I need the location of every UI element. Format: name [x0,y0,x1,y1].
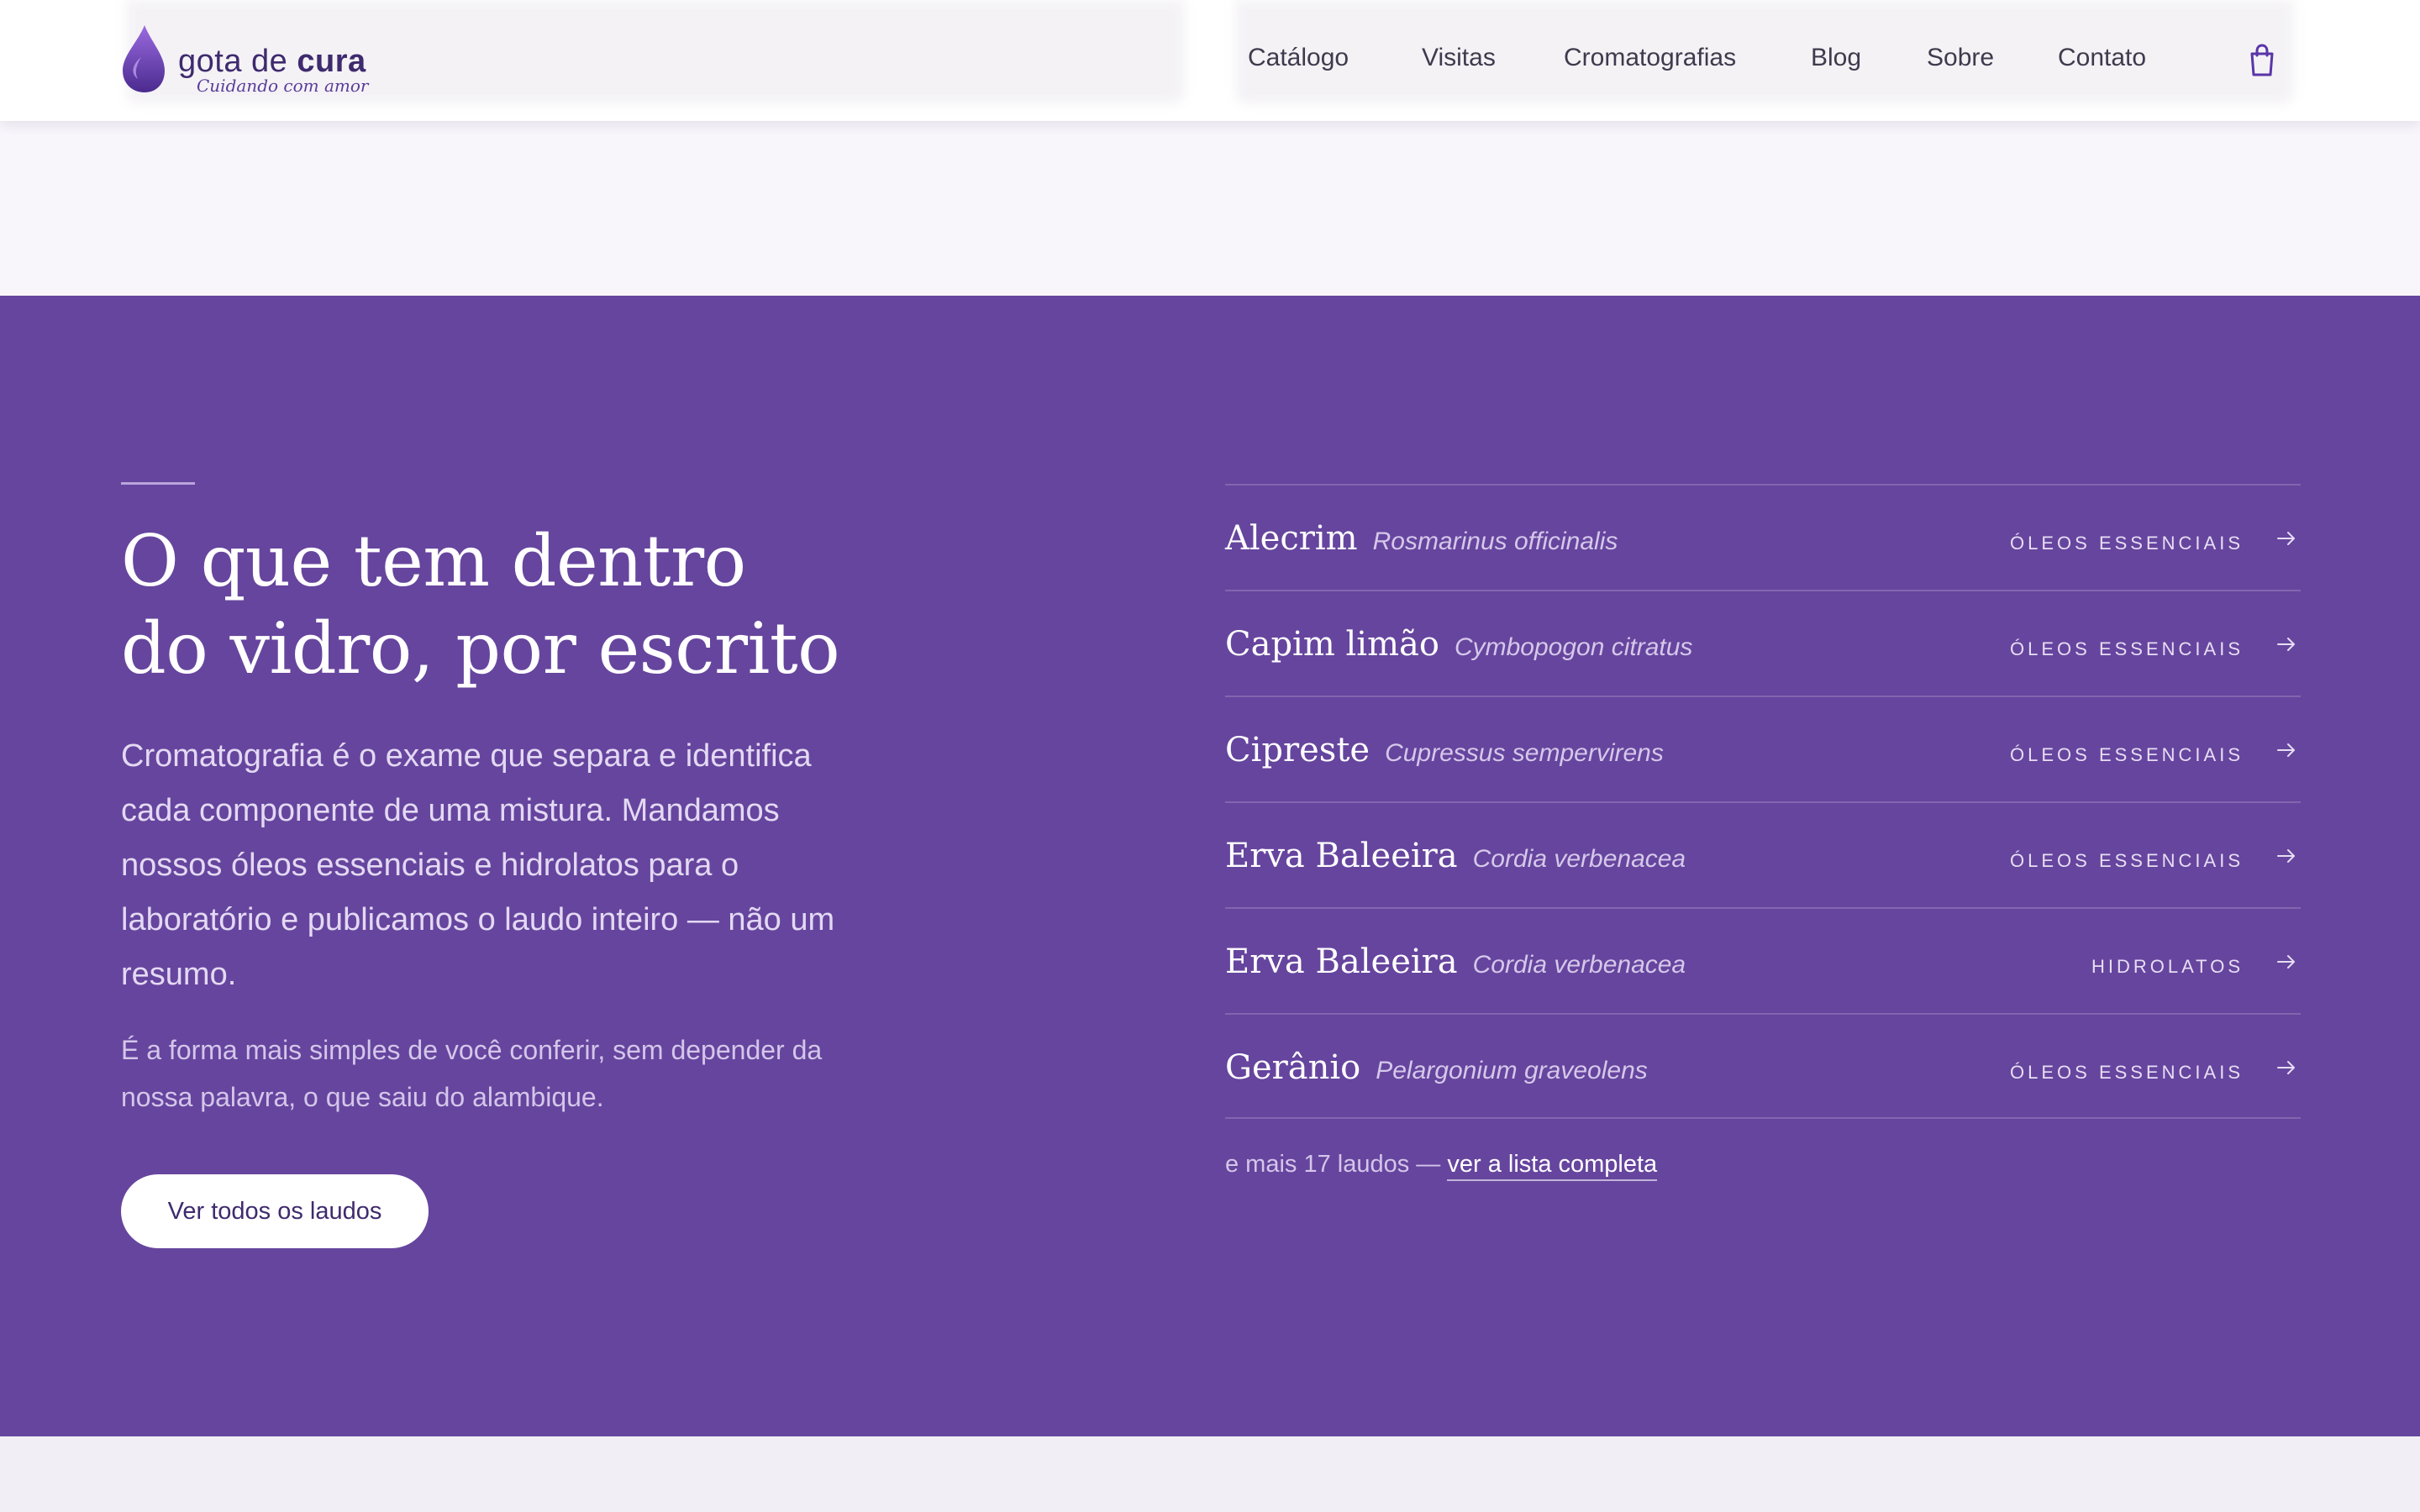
report-row[interactable]: Erva Baleeira Cordia verbenacea HIDROLATO… [1225,907,2301,1013]
nav-item-catalogo[interactable]: Catálogo [1248,44,1349,72]
main-nav: Catálogo Visitas Cromatografias Blog Sob… [0,44,2420,77]
more-reports-prefix: e mais 17 laudos — [1225,1151,1448,1178]
nav-item-sobre[interactable]: Sobre [1927,44,1994,72]
nav-item-blog[interactable]: Blog [1811,44,1861,72]
report-row[interactable]: Cipreste Cupressus sempervirens ÓLEOS ESS… [1225,696,2301,801]
report-scientific-name: Cupressus sempervirens [1385,739,1664,767]
view-all-reports-button[interactable]: Ver todos os laudos [121,1174,429,1248]
report-category: ÓLEOS ESSENCIAIS [2010,533,2244,554]
report-title: Erva Baleeira Cordia verbenacea [1225,837,1686,875]
report-title: Erva Baleeira Cordia verbenacea [1225,942,1686,981]
report-row[interactable]: Gerânio Pelargonium graveolens ÓLEOS ESSE… [1225,1013,2301,1119]
report-title: Gerânio Pelargonium graveolens [1225,1048,1648,1087]
nav-item-cromatografias[interactable]: Cromatografias [1564,44,1736,72]
report-scientific-name: Pelargonium graveolens [1376,1057,1648,1084]
shopping-bag-icon[interactable] [2247,44,2277,77]
nav-item-visitas[interactable]: Visitas [1422,44,1496,72]
report-scientific-name: Cymbopogon citratus [1454,633,1693,661]
report-category: HIDROLATOS [2091,956,2244,977]
report-name: Erva Baleeira [1225,942,1458,981]
report-name: Cipreste [1225,731,1370,769]
report-row[interactable]: Capim limão Cymbopogon citratus ÓLEOS ESS… [1225,590,2301,696]
report-scientific-name: Cordia verbenacea [1472,951,1686,979]
report-category: ÓLEOS ESSENCIAIS [2010,744,2244,765]
report-name: Erva Baleeira [1225,837,1458,875]
nav-item-contato[interactable]: Contato [2058,44,2146,72]
next-section-band [0,1436,2420,1512]
arrow-right-icon [2277,532,2295,545]
report-name: Alecrim [1225,519,1358,558]
report-category: ÓLEOS ESSENCIAIS [2010,850,2244,871]
logo-tagline: Cuidando com amor [197,76,369,96]
full-list-link[interactable]: ver a lista completa [1447,1151,1658,1181]
section-accent-line [121,482,195,485]
report-category: ÓLEOS ESSENCIAIS [2010,638,2244,659]
section-headline: O que tem dentro do vidro, por escrito [121,517,961,692]
arrow-right-icon [2277,955,2295,969]
report-scientific-name: Rosmarinus officinalis [1372,528,1618,555]
more-reports-line: e mais 17 laudos — ver a lista completa [1225,1151,1658,1181]
site-header: gota de cura Cuidando com amor Catálogo … [0,0,2420,121]
arrow-right-icon [2277,638,2295,651]
report-category: ÓLEOS ESSENCIAIS [2010,1062,2244,1083]
report-title: Cipreste Cupressus sempervirens [1225,731,1664,769]
arrow-right-icon [2277,743,2295,757]
report-title: Capim limão Cymbopogon citratus [1225,625,1692,664]
report-name: Gerânio [1225,1048,1361,1087]
section-sub-paragraph: É a forma mais simples de você conferir,… [121,1035,823,1112]
headline-line-2: do vidro, por escrito [121,607,840,690]
arrow-right-icon [2277,1061,2295,1074]
report-name: Capim limão [1225,625,1439,664]
report-row[interactable]: Erva Baleeira Cordia verbenacea ÓLEOS ESS… [1225,801,2301,907]
headline-line-1: O que tem dentro [121,520,746,602]
report-row[interactable]: Alecrim Rosmarinus officinalis ÓLEOS ESSE… [1225,484,2301,590]
report-scientific-name: Cordia verbenacea [1472,845,1686,873]
arrow-right-icon [2277,849,2295,863]
section-lead-paragraph: Cromatografia é o exame que separa e ide… [121,738,835,992]
report-title: Alecrim Rosmarinus officinalis [1225,519,1618,558]
report-list: Alecrim Rosmarinus officinalis ÓLEOS ESSE… [1225,484,2301,1119]
